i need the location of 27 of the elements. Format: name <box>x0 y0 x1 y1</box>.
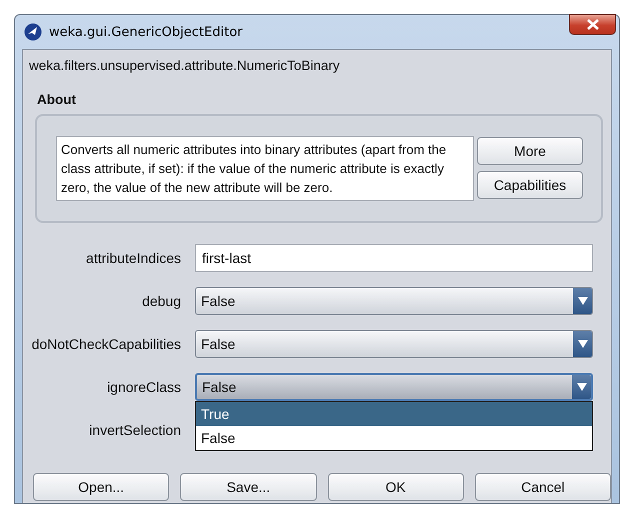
dropdown[interactable]: False <box>195 330 593 358</box>
dropdown[interactable]: False <box>195 373 593 401</box>
window-title: weka.gui.GenericObjectEditor <box>49 24 242 40</box>
caret-icon <box>578 340 588 348</box>
text-field[interactable]: first-last <box>195 244 593 272</box>
dialog-button[interactable]: OK <box>328 473 464 501</box>
about-button[interactable]: More <box>477 137 583 165</box>
dialog-button[interactable]: Open... <box>33 473 170 501</box>
dialog-button[interactable]: Save... <box>180 473 316 501</box>
description-text: Converts all numeric attributes into binary attributes (apart from the class attribute, if set): if the value of the numeric attribute is exactly zero, the value of the new attribute will be zero. <box>56 136 474 201</box>
list-option[interactable]: False <box>196 426 592 450</box>
property-label: invertSelection <box>88 422 182 438</box>
dropdown[interactable]: False <box>195 287 593 315</box>
about-heading: About <box>36 91 77 109</box>
about-button[interactable]: Capabilities <box>477 171 583 199</box>
caret-icon <box>578 297 588 305</box>
property-label: ignoreClass <box>106 379 182 395</box>
property-label: doNotCheckCapabilities <box>30 336 182 352</box>
property-label: debug <box>141 293 182 309</box>
property-label: attributeIndices <box>85 250 182 266</box>
caret-icon <box>576 383 586 391</box>
class-name: weka.filters.unsupervised.attribute.NumericToBinary <box>28 58 341 75</box>
list-option[interactable]: True <box>196 402 592 426</box>
close-icon <box>586 19 598 30</box>
bird-icon <box>24 23 42 41</box>
dialog-button[interactable]: Cancel <box>474 473 611 501</box>
close-button[interactable] <box>569 14 616 35</box>
